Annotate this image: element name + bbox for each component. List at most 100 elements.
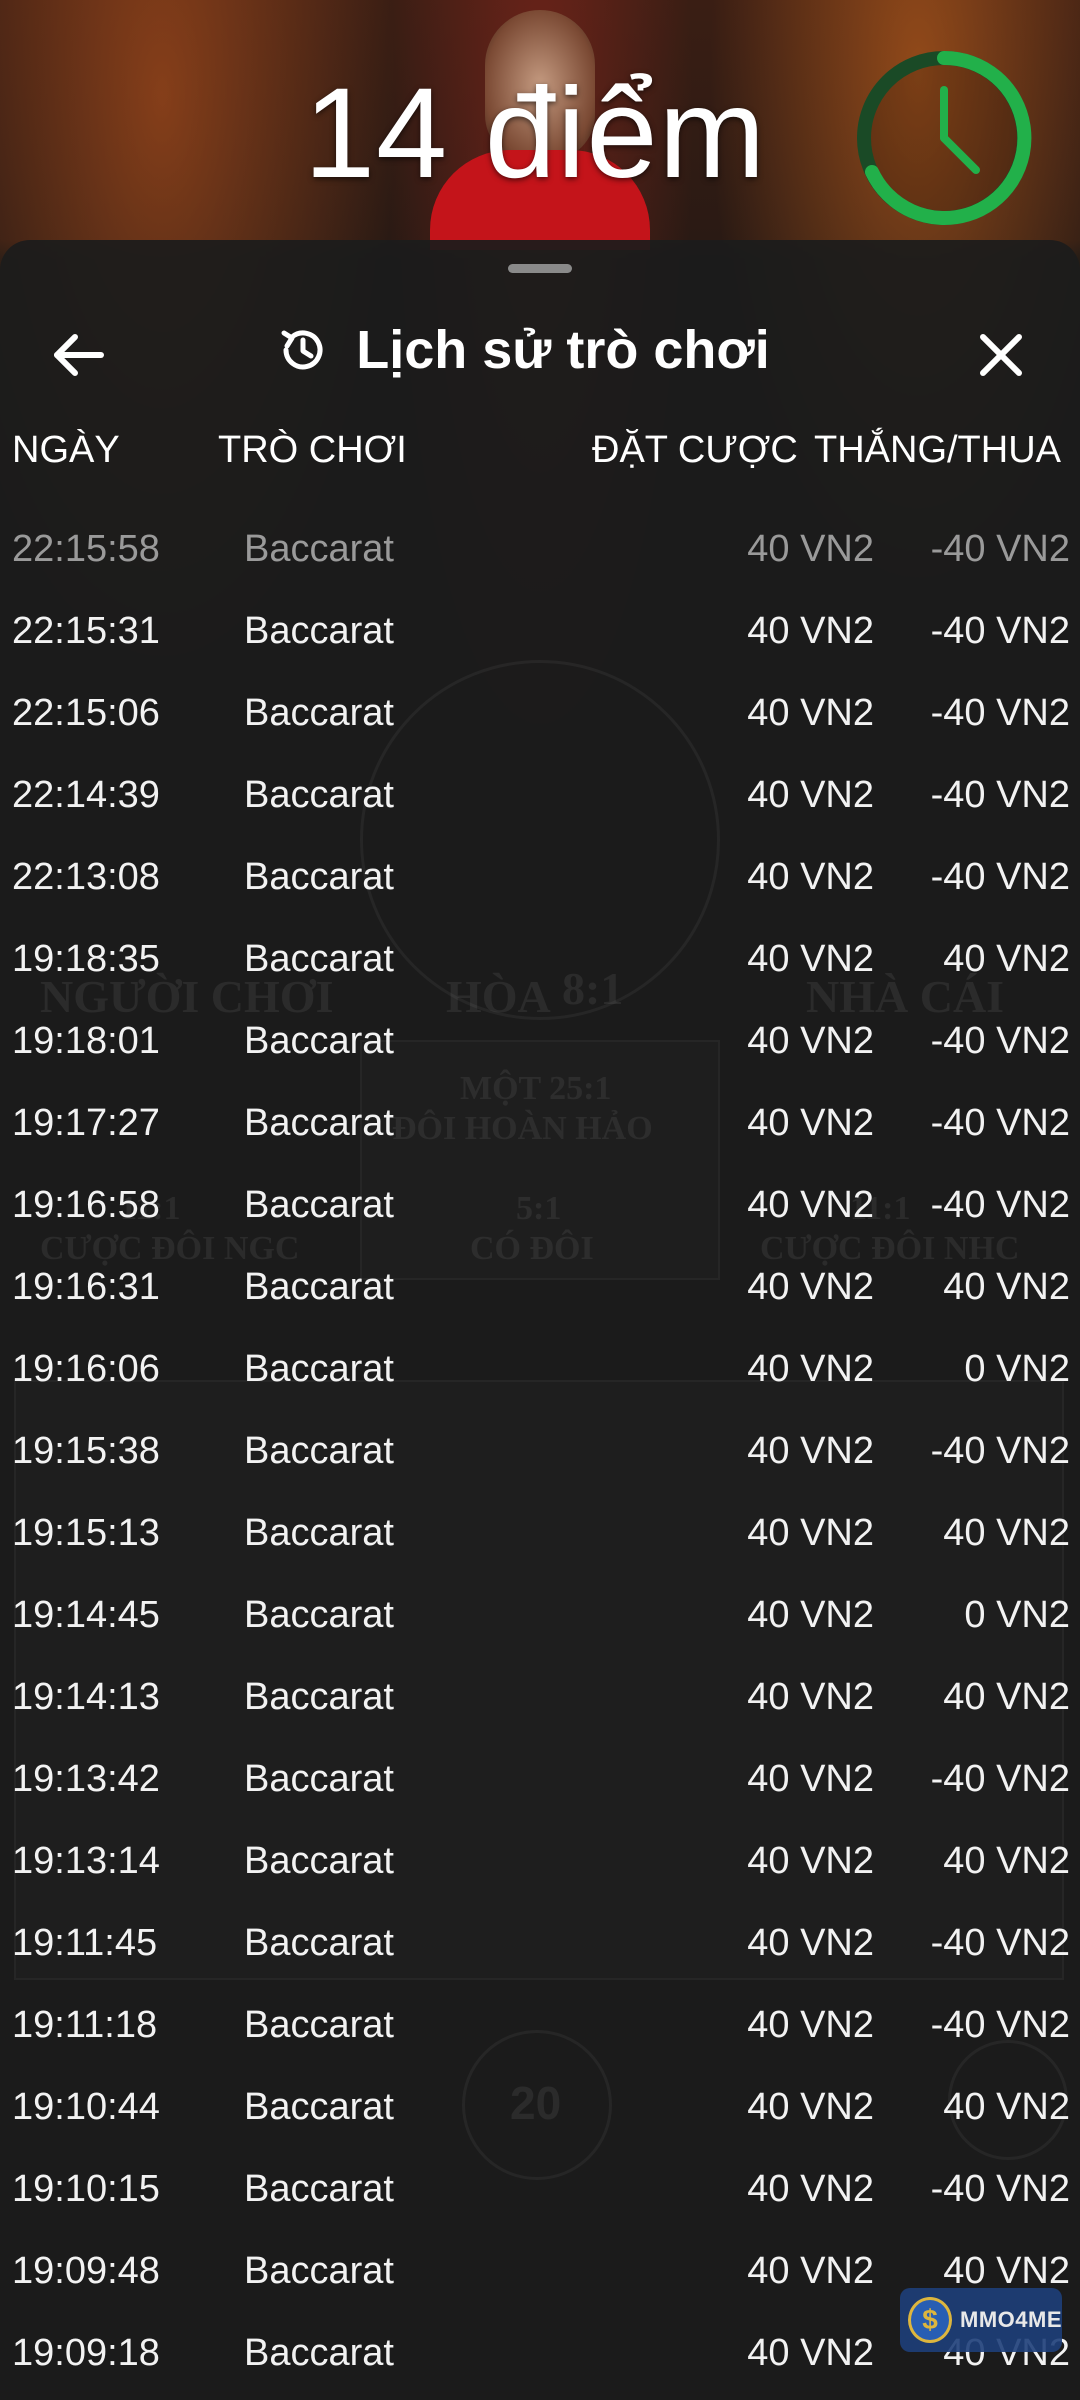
table-row[interactable]: 19:11:45 Baccarat 40 VN2 -40 VN2 — [0, 1902, 1080, 1984]
cell-date: 19:18:35 — [12, 938, 160, 980]
cell-result: -40 VN2 — [930, 692, 1070, 734]
column-header-game[interactable]: TRÒ CHƠI — [218, 420, 407, 480]
table-row[interactable]: 19:15:13 Baccarat 40 VN2 40 VN2 — [0, 1492, 1080, 1574]
cell-game: Baccarat — [244, 1758, 394, 1800]
cell-game: Baccarat — [244, 1266, 394, 1308]
cell-game: Baccarat — [244, 1922, 394, 1964]
cell-bet: 40 VN2 — [747, 1266, 874, 1308]
table-row[interactable]: 19:18:01 Baccarat 40 VN2 -40 VN2 — [0, 1000, 1080, 1082]
cell-date: 22:14:39 — [12, 774, 160, 816]
cell-game: Baccarat — [244, 692, 394, 734]
table-row[interactable]: 22:15:31 Baccarat 40 VN2 -40 VN2 — [0, 590, 1080, 672]
table-row[interactable]: 19:13:14 Baccarat 40 VN2 40 VN2 — [0, 1820, 1080, 1902]
cell-date: 19:18:01 — [12, 1020, 160, 1062]
column-header-result[interactable]: THẮNG/THUA — [814, 420, 1061, 480]
cell-game: Baccarat — [244, 1348, 394, 1390]
table-row[interactable]: 19:15:38 Baccarat 40 VN2 -40 VN2 — [0, 1410, 1080, 1492]
cell-result: 40 VN2 — [943, 938, 1070, 980]
game-history-sheet: NGƯỜI CHƠI HÒA 8:1 NHÀ CÁI MỘT 25:1 ĐÔI … — [0, 240, 1080, 2400]
cell-bet: 40 VN2 — [747, 2332, 874, 2374]
cell-date: 19:10:15 — [12, 2168, 160, 2210]
cell-game: Baccarat — [244, 1184, 394, 1226]
table-row[interactable]: 22:14:39 Baccarat 40 VN2 -40 VN2 — [0, 754, 1080, 836]
drag-handle[interactable] — [508, 264, 572, 273]
cell-game: Baccarat — [244, 1430, 394, 1472]
cell-result: 40 VN2 — [943, 1512, 1070, 1554]
back-button[interactable] — [44, 320, 114, 390]
cell-result: -40 VN2 — [930, 1184, 1070, 1226]
cell-bet: 40 VN2 — [747, 610, 874, 652]
cell-bet: 40 VN2 — [747, 692, 874, 734]
cell-date: 19:09:18 — [12, 2332, 160, 2374]
history-clock-icon — [281, 330, 323, 370]
close-icon — [980, 334, 1022, 376]
table-row[interactable]: 22:15:06 Baccarat 40 VN2 -40 VN2 — [0, 672, 1080, 754]
cell-game: Baccarat — [244, 938, 394, 980]
cell-game: Baccarat — [244, 610, 394, 652]
history-table: 22:15:58 Baccarat 40 VN2 -40 VN2 22:15:31 Bac… — [0, 508, 1080, 2394]
cell-result: 40 VN2 — [943, 1676, 1070, 1718]
cell-game: Baccarat — [244, 1676, 394, 1718]
cell-bet: 40 VN2 — [747, 1594, 874, 1636]
cell-result: -40 VN2 — [930, 1020, 1070, 1062]
cell-game: Baccarat — [244, 2086, 394, 2128]
cell-result: -40 VN2 — [930, 610, 1070, 652]
table-row[interactable]: 22:15:58 Baccarat 40 VN2 -40 VN2 — [0, 508, 1080, 590]
page-title: Lịch sử trò chơi — [356, 320, 770, 380]
table-row[interactable]: 19:14:45 Baccarat 40 VN2 0 VN2 — [0, 1574, 1080, 1656]
cell-date: 19:16:06 — [12, 1348, 160, 1390]
cell-date: 22:13:08 — [12, 856, 160, 898]
table-row[interactable]: 19:17:27 Baccarat 40 VN2 -40 VN2 — [0, 1082, 1080, 1164]
cell-date: 19:15:38 — [12, 1430, 160, 1472]
cell-result: -40 VN2 — [930, 528, 1070, 570]
cell-result: 0 VN2 — [964, 1348, 1070, 1390]
cell-bet: 40 VN2 — [747, 1922, 874, 1964]
cell-game: Baccarat — [244, 1840, 394, 1882]
arrow-left-icon — [54, 334, 104, 376]
table-row[interactable]: 22:13:08 Baccarat 40 VN2 -40 VN2 — [0, 836, 1080, 918]
table-row[interactable]: 19:10:44 Baccarat 40 VN2 40 VN2 — [0, 2066, 1080, 2148]
cell-result: -40 VN2 — [930, 1430, 1070, 1472]
cell-bet: 40 VN2 — [747, 1512, 874, 1554]
column-header-date[interactable]: NGÀY — [12, 420, 120, 480]
cell-date: 19:13:42 — [12, 1758, 160, 1800]
cell-date: 19:16:31 — [12, 1266, 160, 1308]
cell-bet: 40 VN2 — [747, 1430, 874, 1472]
cell-bet: 40 VN2 — [747, 2004, 874, 2046]
close-button[interactable] — [966, 320, 1036, 390]
cell-date: 19:15:13 — [12, 1512, 160, 1554]
cell-game: Baccarat — [244, 1594, 394, 1636]
cell-date: 19:11:18 — [12, 2004, 158, 2046]
sheet-header: Lịch sử trò chơi — [0, 300, 1080, 400]
cell-bet: 40 VN2 — [747, 1758, 874, 1800]
table-row[interactable]: 19:16:58 Baccarat 40 VN2 -40 VN2 — [0, 1164, 1080, 1246]
watermark: $ MMO4ME — [900, 2288, 1062, 2352]
cell-result: 40 VN2 — [943, 1266, 1070, 1308]
cell-bet: 40 VN2 — [747, 1676, 874, 1718]
title-wrap: Lịch sử trò chơi — [0, 300, 1080, 400]
cell-bet: 40 VN2 — [747, 2168, 874, 2210]
table-row[interactable]: 19:13:42 Baccarat 40 VN2 -40 VN2 — [0, 1738, 1080, 1820]
cell-result: -40 VN2 — [930, 2168, 1070, 2210]
table-row[interactable]: 19:18:35 Baccarat 40 VN2 40 VN2 — [0, 918, 1080, 1000]
table-row[interactable]: 19:14:13 Baccarat 40 VN2 40 VN2 — [0, 1656, 1080, 1738]
cell-date: 22:15:31 — [12, 610, 160, 652]
cell-date: 19:14:13 — [12, 1676, 160, 1718]
cell-bet: 40 VN2 — [747, 1184, 874, 1226]
cell-game: Baccarat — [244, 2168, 394, 2210]
cell-bet: 40 VN2 — [747, 774, 874, 816]
column-header-bet[interactable]: ĐẶT CƯỢC — [592, 420, 798, 480]
table-row[interactable]: 19:11:18 Baccarat 40 VN2 -40 VN2 — [0, 1984, 1080, 2066]
cell-game: Baccarat — [244, 528, 394, 570]
cell-result: 0 VN2 — [964, 1594, 1070, 1636]
cell-result: 40 VN2 — [943, 1840, 1070, 1882]
watermark-brand: MMO4ME — [960, 2307, 1062, 2332]
table-row[interactable]: 19:16:31 Baccarat 40 VN2 40 VN2 — [0, 1246, 1080, 1328]
cell-bet: 40 VN2 — [747, 1348, 874, 1390]
cell-result: 40 VN2 — [943, 2086, 1070, 2128]
cell-bet: 40 VN2 — [747, 2250, 874, 2292]
table-row[interactable]: 19:16:06 Baccarat 40 VN2 0 VN2 — [0, 1328, 1080, 1410]
cell-game: Baccarat — [244, 1512, 394, 1554]
cell-date: 22:15:58 — [12, 528, 160, 570]
table-row[interactable]: 19:10:15 Baccarat 40 VN2 -40 VN2 — [0, 2148, 1080, 2230]
